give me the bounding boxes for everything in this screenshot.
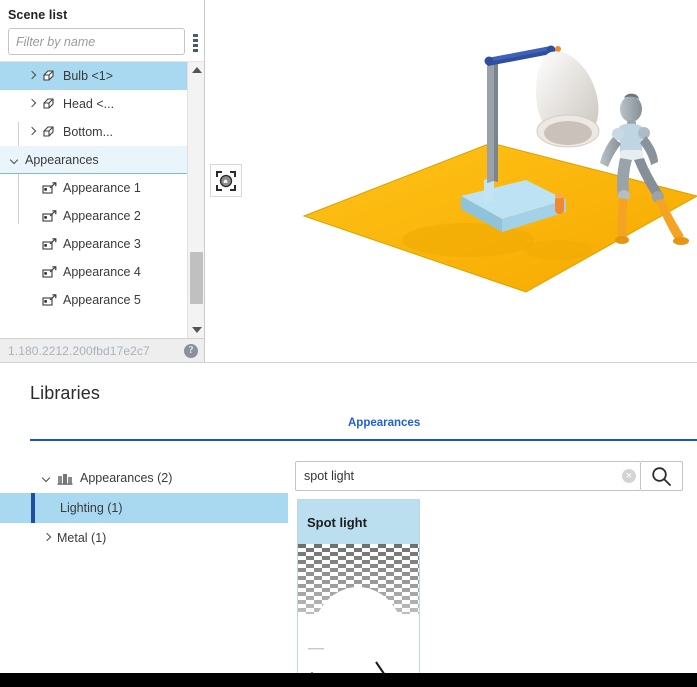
selection-accent-bar xyxy=(31,493,35,523)
tree-item-head[interactable]: Head <... xyxy=(0,90,187,118)
tree-group-label: Appearances xyxy=(25,152,99,167)
version-label: 1.180.2212.200fbd17e2c7 xyxy=(8,343,150,358)
libraries-tabbar: Appearances xyxy=(0,417,697,441)
library-item-metal[interactable]: Metal (1) xyxy=(0,523,288,553)
library-group-label: Appearances (2) xyxy=(80,471,173,485)
library-item-label: Lighting (1) xyxy=(60,501,123,515)
chevron-down-icon[interactable] xyxy=(8,153,22,167)
library-item-label: Metal (1) xyxy=(57,531,107,545)
clear-icon[interactable]: × xyxy=(622,469,636,483)
appearance-icon xyxy=(42,181,57,195)
chevron-right-icon[interactable] xyxy=(40,531,54,545)
appearance-icon xyxy=(42,265,57,279)
scene-tree[interactable]: Bulb <1> Head <... Bottom... Appearances… xyxy=(0,62,187,338)
tree-item-label: Appearance 4 xyxy=(63,265,141,279)
appearance-icon xyxy=(42,293,57,307)
tree-item-label: Head <... xyxy=(63,97,115,111)
tree-item-bulb[interactable]: Bulb <1> xyxy=(0,62,187,90)
focus-selection-button[interactable] xyxy=(210,164,242,197)
tree-item-label: Appearance 1 xyxy=(63,181,141,195)
focus-target-icon xyxy=(216,170,236,191)
tree-item-label: Appearance 2 xyxy=(63,209,141,223)
chevron-right-icon[interactable] xyxy=(25,69,39,83)
filter-by-name-input[interactable] xyxy=(8,28,185,55)
help-icon[interactable]: ? xyxy=(184,343,198,358)
search-box[interactable]: × xyxy=(295,461,641,491)
page-title: Scene list xyxy=(8,8,68,22)
bottom-black-bar xyxy=(0,673,697,687)
chevron-down-icon[interactable] xyxy=(40,471,54,485)
tree-item-label: Appearance 3 xyxy=(63,237,141,251)
card-title: Spot light xyxy=(298,500,419,544)
tree-item-appearance-5[interactable]: Appearance 5 xyxy=(0,286,187,314)
library-tree[interactable]: Appearances (2) Lighting (1) Metal (1) xyxy=(0,463,288,687)
tab-underline xyxy=(30,439,697,441)
tree-item-label: Bulb <1> xyxy=(63,69,114,83)
appearance-icon xyxy=(42,209,57,223)
search-button[interactable] xyxy=(641,461,683,491)
search-row: × xyxy=(295,461,683,491)
library-group-appearances[interactable]: Appearances (2) xyxy=(0,463,288,493)
scroll-up-arrow-icon[interactable] xyxy=(188,62,204,78)
appearance-result-card[interactable]: Spot light xyxy=(297,499,420,687)
scene-tree-wrapper: Bulb <1> Head <... Bottom... Appearances… xyxy=(0,61,204,338)
scroll-down-arrow-icon[interactable] xyxy=(188,322,204,338)
scrollbar-thumb[interactable] xyxy=(190,252,203,304)
part-icon xyxy=(42,69,57,83)
chevron-right-icon[interactable] xyxy=(25,125,39,139)
scene-list-panel: Scene list Filter by name Bulb <1> Head … xyxy=(0,0,205,362)
tree-item-appearance-1[interactable]: Appearance 1 xyxy=(0,174,187,202)
appearance-thumbnail xyxy=(298,544,419,687)
application-window: Scene list Filter by name Bulb <1> Head … xyxy=(0,0,697,687)
libraries-title: Libraries xyxy=(30,383,100,403)
part-icon xyxy=(42,97,57,111)
list-view-icon[interactable] xyxy=(193,34,198,52)
libraries-body: Appearances (2) Lighting (1) Metal (1) × xyxy=(0,443,697,687)
library-item-lighting[interactable]: Lighting (1) xyxy=(0,493,288,523)
tree-item-appearance-3[interactable]: Appearance 3 xyxy=(0,230,187,258)
top-area: Scene list Filter by name Bulb <1> Head … xyxy=(0,0,697,362)
filter-row xyxy=(0,28,204,55)
tab-appearances[interactable]: Appearances xyxy=(348,417,420,429)
tree-item-label: Bottom... xyxy=(63,125,114,139)
3d-scene-render xyxy=(302,45,697,293)
part-icon xyxy=(42,125,57,139)
status-bar: 1.180.2212.200fbd17e2c7 ? xyxy=(0,338,204,362)
search-input[interactable] xyxy=(304,469,622,483)
chevron-right-icon[interactable] xyxy=(25,97,39,111)
tree-item-appearance-4[interactable]: Appearance 4 xyxy=(0,258,187,286)
tree-item-label: Appearance 5 xyxy=(63,293,141,307)
tree-group-appearances[interactable]: Appearances xyxy=(0,146,187,174)
scene-tree-scrollbar[interactable] xyxy=(187,62,204,338)
libraries-panel: Libraries Appearances Appearances (2) Li… xyxy=(0,362,697,687)
tree-item-appearance-2[interactable]: Appearance 2 xyxy=(0,202,187,230)
search-icon xyxy=(652,466,671,486)
tree-item-bottom[interactable]: Bottom... xyxy=(0,118,187,146)
appearance-icon xyxy=(42,237,57,251)
3d-viewport[interactable] xyxy=(206,0,697,361)
library-icon xyxy=(57,472,74,485)
